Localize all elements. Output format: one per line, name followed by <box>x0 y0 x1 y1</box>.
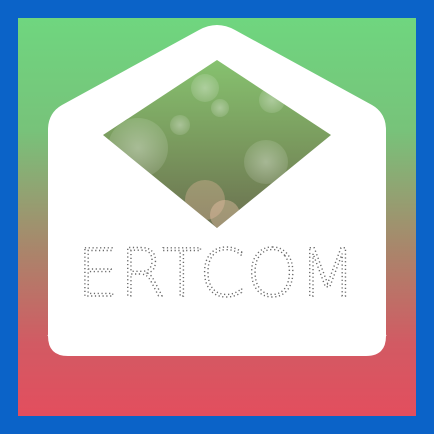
open-envelope-icon: ERTCOM <box>47 25 387 356</box>
app-icon-frame: ERTCOM <box>0 0 434 434</box>
brand-name: ERTCOM <box>77 235 357 312</box>
